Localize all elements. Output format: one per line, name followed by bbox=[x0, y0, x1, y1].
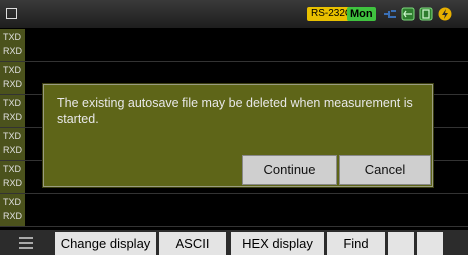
cable-icon bbox=[384, 10, 396, 18]
autosave-warning-dialog: The existing autosave file may be delete… bbox=[43, 84, 433, 187]
storage-icon bbox=[419, 7, 433, 21]
find-button[interactable]: Find bbox=[327, 232, 385, 255]
ascii-button[interactable]: ASCII bbox=[159, 232, 226, 255]
window-icon[interactable] bbox=[6, 8, 17, 19]
channel-label: TXD RXD bbox=[0, 29, 25, 61]
status-bar: RS-232C Mon bbox=[0, 0, 468, 28]
channel-label: TXD RXD bbox=[0, 128, 25, 160]
menu-icon[interactable] bbox=[0, 230, 52, 255]
dialog-message: The existing autosave file may be delete… bbox=[57, 96, 413, 126]
cancel-button[interactable]: Cancel bbox=[339, 155, 431, 185]
scroll-down-button[interactable] bbox=[417, 232, 443, 255]
data-row: TXD RXD bbox=[0, 194, 468, 227]
channel-label: TXD RXD bbox=[0, 194, 25, 226]
hex-display-button[interactable]: HEX display bbox=[231, 232, 324, 255]
data-row: TXD RXD bbox=[0, 29, 468, 62]
scroll-up-button[interactable] bbox=[388, 232, 414, 255]
channel-label: TXD RXD bbox=[0, 95, 25, 127]
continue-button[interactable]: Continue bbox=[242, 155, 337, 185]
power-icon bbox=[438, 7, 452, 21]
network-icon bbox=[401, 7, 415, 21]
bottom-toolbar: Change display ASCII HEX display Find bbox=[0, 230, 468, 255]
channel-label: TXD RXD bbox=[0, 161, 25, 193]
channel-label: TXD RXD bbox=[0, 62, 25, 94]
change-display-button[interactable]: Change display bbox=[55, 232, 156, 255]
monitor-mode-badge: Mon bbox=[347, 7, 376, 21]
